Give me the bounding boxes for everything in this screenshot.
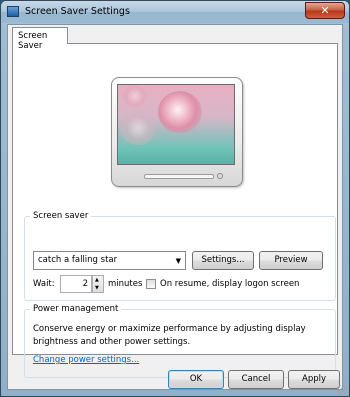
wait-minutes-input[interactable]: 2: [60, 275, 92, 293]
apply-button[interactable]: Apply: [288, 370, 340, 389]
preview-screen: [117, 84, 235, 165]
monitor-slot: [144, 174, 214, 179]
chevron-down-icon: ▼: [175, 257, 181, 265]
arrow-down-icon[interactable]: ▼: [95, 285, 99, 291]
change-power-settings-link[interactable]: Change power settings...: [33, 355, 139, 365]
screen-saver-settings-window: Screen Saver Settings ✕ Screen Saver Scr…: [0, 0, 350, 397]
preview-button[interactable]: Preview: [259, 251, 323, 270]
power-light-icon: [217, 173, 223, 179]
power-description: Conserve energy or maximize performance …: [33, 324, 306, 347]
monitor-icon: [7, 6, 19, 17]
ok-button[interactable]: OK: [168, 370, 224, 389]
monitor-preview: [111, 77, 243, 187]
minutes-label: minutes: [108, 279, 143, 289]
tab-screen-saver[interactable]: Screen Saver: [12, 27, 68, 51]
screen-saver-dropdown[interactable]: catch a falling star ▼: [33, 251, 186, 270]
arrow-up-icon[interactable]: ▲: [95, 277, 99, 283]
title-bar[interactable]: Screen Saver Settings ✕: [1, 1, 349, 23]
rose-image: [122, 85, 148, 107]
power-management-group-label: Power management: [33, 304, 119, 314]
resume-logon-checkbox[interactable]: [146, 279, 156, 289]
rose-image: [158, 91, 202, 133]
close-button[interactable]: ✕: [305, 2, 345, 19]
dialog-client-area: Screen Saver Screen saver catch a fallin…: [7, 24, 343, 390]
rose-image: [120, 111, 156, 145]
settings-button[interactable]: Settings...: [192, 251, 254, 270]
screen-saver-group-label: Screen saver: [33, 211, 89, 221]
screen-saver-selected: catch a falling star: [38, 255, 118, 265]
resize-grip-icon[interactable]: [337, 385, 347, 395]
resume-logon-label[interactable]: On resume, display logon screen: [160, 279, 299, 289]
wait-label: Wait:: [33, 279, 55, 289]
window-title: Screen Saver Settings: [25, 6, 130, 17]
wait-spinner[interactable]: ▲ ▼: [92, 275, 104, 293]
cancel-button[interactable]: Cancel: [228, 370, 284, 389]
